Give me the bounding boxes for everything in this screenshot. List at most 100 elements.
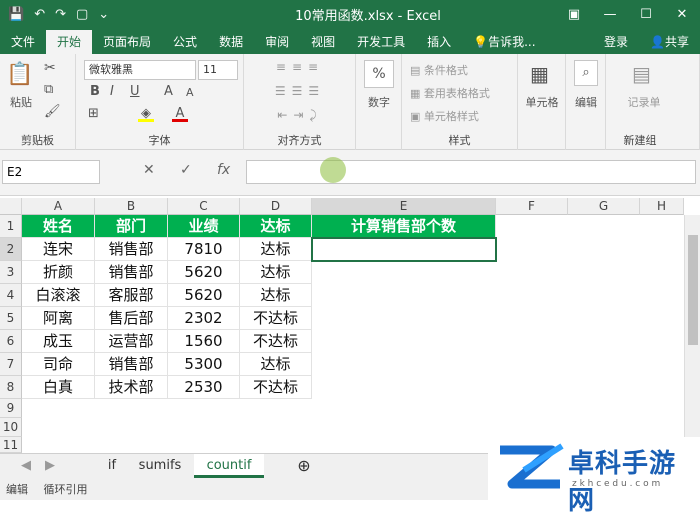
number-button[interactable]: 数字	[360, 94, 398, 110]
table-cell[interactable]: 销售部	[95, 238, 168, 261]
form-button[interactable]: 记录单	[614, 94, 674, 110]
header-cell-name[interactable]: 姓名	[22, 215, 95, 238]
fill-color-icon[interactable]: ◈	[138, 106, 154, 122]
table-cell[interactable]: 成玉	[22, 330, 95, 353]
format-painter-icon[interactable]: 🖌	[44, 104, 61, 119]
editing-button[interactable]: 编辑	[568, 94, 604, 110]
column-header-b[interactable]: B	[95, 198, 168, 215]
tab-developer[interactable]: 开发工具	[346, 30, 416, 54]
table-cell[interactable]: 白真	[22, 376, 95, 399]
cut-icon[interactable]: ✂	[44, 60, 56, 76]
borders-icon[interactable]: ⊞	[88, 106, 99, 121]
table-cell[interactable]: 2530	[168, 376, 240, 399]
select-all-corner[interactable]	[0, 198, 22, 215]
form-icon[interactable]: ▤	[632, 62, 651, 86]
redo-icon[interactable]: ↷	[55, 7, 66, 22]
row-header-2[interactable]: 2	[0, 238, 22, 261]
next-sheet-icon[interactable]: ▶	[40, 454, 60, 478]
table-cell[interactable]: 客服部	[95, 284, 168, 307]
cells-icon[interactable]: ▦	[530, 62, 549, 86]
horizontal-align-icons[interactable]: ☰☰☰	[252, 84, 348, 98]
copy-icon[interactable]: ⧉	[44, 82, 53, 97]
cells-button[interactable]: 单元格	[520, 94, 564, 110]
table-cell[interactable]: 不达标	[240, 330, 312, 353]
row-header-5[interactable]: 5	[0, 307, 22, 330]
tab-formulas[interactable]: 公式	[162, 30, 208, 54]
table-cell[interactable]: 5300	[168, 353, 240, 376]
table-cell[interactable]: 5620	[168, 284, 240, 307]
table-cell[interactable]: 达标	[240, 261, 312, 284]
ribbon-display-button[interactable]: ▣	[556, 7, 592, 22]
tab-view[interactable]: 视图	[300, 30, 346, 54]
column-header-e[interactable]: E	[312, 198, 496, 215]
table-cell[interactable]: 2302	[168, 307, 240, 330]
row-header-7[interactable]: 7	[0, 353, 22, 376]
undo-icon[interactable]: ↶	[34, 7, 45, 22]
bold-button[interactable]: B	[90, 84, 100, 99]
qat-more-icon[interactable]: ⌄	[98, 7, 109, 22]
underline-button[interactable]: U	[130, 84, 140, 99]
row-header-9[interactable]: 9	[0, 399, 22, 418]
row-header-1[interactable]: 1	[0, 215, 22, 238]
table-cell[interactable]: 运营部	[95, 330, 168, 353]
table-format-button[interactable]: ▦ 套用表格格式	[410, 85, 490, 101]
header-cell-sales[interactable]: 业绩	[168, 215, 240, 238]
column-header-f[interactable]: F	[496, 198, 568, 215]
table-cell[interactable]: 达标	[240, 284, 312, 307]
column-header-d[interactable]: D	[240, 198, 312, 215]
tab-home[interactable]: 开始	[46, 30, 93, 54]
close-button[interactable]: ✕	[664, 7, 700, 22]
formula-input[interactable]	[246, 160, 696, 184]
font-name-select[interactable]: 微软雅黑	[84, 60, 196, 80]
table-cell[interactable]: 7810	[168, 238, 240, 261]
table-cell[interactable]: 达标	[240, 238, 312, 261]
sheet-tab-if[interactable]: if	[96, 454, 128, 478]
font-color-icon[interactable]: A	[172, 106, 188, 122]
add-sheet-icon[interactable]: ⊕	[294, 454, 314, 478]
tab-page-layout[interactable]: 页面布局	[92, 30, 162, 54]
header-cell-dept[interactable]: 部门	[95, 215, 168, 238]
header-cell-count[interactable]: 计算销售部个数	[312, 215, 496, 238]
row-header-3[interactable]: 3	[0, 261, 22, 284]
tab-insert[interactable]: 插入	[416, 30, 462, 54]
paste-button[interactable]: 粘贴	[4, 94, 38, 110]
selected-cell-e2[interactable]	[311, 237, 497, 262]
table-cell[interactable]: 1560	[168, 330, 240, 353]
tab-review[interactable]: 审阅	[254, 30, 300, 54]
cell-style-button[interactable]: ▣ 单元格样式	[410, 108, 479, 124]
tab-file[interactable]: 文件	[0, 30, 46, 54]
sheet-tab-countif[interactable]: countif	[194, 454, 264, 478]
font-size-select[interactable]: 11	[198, 60, 238, 80]
table-cell[interactable]: 销售部	[95, 353, 168, 376]
font-shrink-icon[interactable]: A	[186, 86, 194, 99]
row-header-11[interactable]: 11	[0, 437, 22, 453]
search-icon[interactable]: ⌕	[574, 60, 598, 86]
paste-icon[interactable]: 📋	[6, 62, 34, 87]
indent-icons[interactable]: ⇤⇥⤸	[252, 108, 348, 123]
cancel-icon[interactable]: ✕	[143, 162, 155, 178]
maximize-button[interactable]: ☐	[628, 7, 664, 22]
column-header-a[interactable]: A	[22, 198, 95, 215]
table-cell[interactable]: 5620	[168, 261, 240, 284]
table-cell[interactable]: 阿离	[22, 307, 95, 330]
enter-icon[interactable]: ✓	[180, 162, 192, 178]
tell-me-box[interactable]: 💡告诉我...	[462, 30, 546, 54]
table-cell[interactable]: 连宋	[22, 238, 95, 261]
prev-sheet-icon[interactable]: ◀	[16, 454, 36, 478]
column-header-c[interactable]: C	[168, 198, 240, 215]
minimize-button[interactable]: —	[592, 7, 628, 22]
header-cell-target[interactable]: 达标	[240, 215, 312, 238]
table-cell[interactable]: 销售部	[95, 261, 168, 284]
scrollbar-thumb[interactable]	[688, 235, 698, 345]
name-box[interactable]: E2	[2, 160, 100, 184]
table-cell[interactable]: 白滚滚	[22, 284, 95, 307]
row-header-8[interactable]: 8	[0, 376, 22, 399]
table-cell[interactable]: 司命	[22, 353, 95, 376]
login-link[interactable]: 登录	[593, 30, 639, 54]
table-cell[interactable]: 不达标	[240, 376, 312, 399]
column-header-g[interactable]: G	[568, 198, 640, 215]
conditional-format-button[interactable]: ▤ 条件格式	[410, 62, 468, 78]
italic-button[interactable]: I	[110, 84, 114, 99]
table-cell[interactable]: 售后部	[95, 307, 168, 330]
table-cell[interactable]: 不达标	[240, 307, 312, 330]
